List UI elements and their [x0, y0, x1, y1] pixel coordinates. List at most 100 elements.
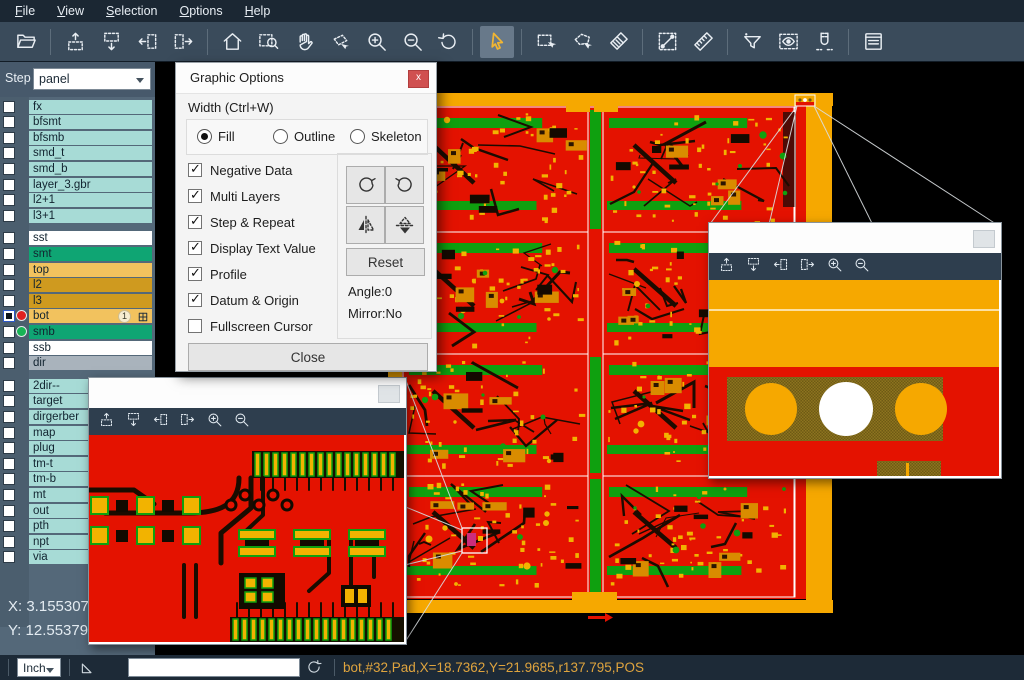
- checkbox-box[interactable]: [188, 267, 202, 281]
- close-button[interactable]: Close: [188, 343, 428, 371]
- layer-row[interactable]: bfsmb: [0, 131, 155, 145]
- magnifier-button-zoom-out[interactable]: [233, 411, 250, 433]
- step-dropdown[interactable]: panel: [33, 68, 151, 90]
- menu-file[interactable]: File: [4, 0, 46, 22]
- layer-row[interactable]: l3: [0, 294, 155, 308]
- menu-selection[interactable]: Selection: [95, 0, 168, 22]
- checkbox-multi-layers[interactable]: Multi Layers: [188, 183, 338, 209]
- window-button[interactable]: [973, 230, 995, 248]
- layer-visibility-checkbox[interactable]: [3, 295, 15, 307]
- command-input[interactable]: [128, 658, 300, 677]
- toolbar-button-home[interactable]: [215, 26, 249, 58]
- layer-row[interactable]: l2: [0, 278, 155, 292]
- toolbar-button-clean-brush[interactable]: [601, 26, 635, 58]
- layer-row[interactable]: sst: [0, 231, 155, 245]
- layer-row[interactable]: smt: [0, 247, 155, 261]
- toolbar-button-select-cursor[interactable]: [480, 26, 514, 58]
- radio-fill[interactable]: Fill: [197, 129, 235, 144]
- layer-row[interactable]: l2+1: [0, 193, 155, 207]
- layer-visibility-checkbox[interactable]: [3, 194, 15, 206]
- checkbox-display-text-value[interactable]: Display Text Value: [188, 235, 338, 261]
- toolbar-button-pan-left[interactable]: [130, 26, 164, 58]
- menu-options[interactable]: Options: [168, 0, 233, 22]
- layer-row[interactable]: smd_t: [0, 146, 155, 160]
- layer-visibility-checkbox[interactable]: [3, 411, 15, 423]
- layer-visibility-checkbox[interactable]: [3, 473, 15, 485]
- magnifier-titlebar[interactable]: [709, 223, 1001, 253]
- layer-visibility-checkbox[interactable]: [3, 163, 15, 175]
- layer-visibility-checkbox[interactable]: [3, 551, 15, 563]
- magnifier-button-pan-down[interactable]: [745, 256, 762, 278]
- magnifier-button-zoom-out[interactable]: [853, 256, 870, 278]
- layer-visibility-checkbox[interactable]: [3, 380, 15, 392]
- layer-visibility-checkbox[interactable]: [3, 442, 15, 454]
- refresh-icon[interactable]: [305, 658, 323, 680]
- magnifier-window-2[interactable]: [708, 222, 1002, 479]
- checkbox-fullscreen-cursor[interactable]: Fullscreen Cursor: [188, 313, 338, 339]
- rotate-cw-button[interactable]: [346, 166, 385, 204]
- rotate-ccw-button[interactable]: [385, 166, 424, 204]
- unit-dropdown[interactable]: Inch: [17, 658, 61, 677]
- magnifier-titlebar[interactable]: [89, 378, 406, 408]
- magnifier-button-pan-left[interactable]: [152, 411, 169, 433]
- magnifier-button-pan-left[interactable]: [772, 256, 789, 278]
- magnifier-button-pan-up[interactable]: [718, 256, 735, 278]
- layer-visibility-checkbox[interactable]: [3, 248, 15, 260]
- checkbox-box[interactable]: [188, 215, 202, 229]
- checkbox-box[interactable]: [188, 293, 202, 307]
- menu-help[interactable]: Help: [234, 0, 282, 22]
- layer-row[interactable]: dir: [0, 356, 155, 370]
- layer-visibility-checkbox[interactable]: [3, 326, 15, 338]
- checkbox-box[interactable]: [188, 163, 202, 177]
- radio-outline[interactable]: Outline: [273, 129, 335, 144]
- checkbox-box[interactable]: [188, 241, 202, 255]
- toolbar-button-zoom-previous[interactable]: [431, 26, 465, 58]
- window-button[interactable]: [378, 385, 400, 403]
- layer-visibility-checkbox[interactable]: [3, 179, 15, 191]
- toolbar-button-measure-line[interactable]: [650, 26, 684, 58]
- layer-visibility-checkbox[interactable]: [3, 210, 15, 222]
- layer-visibility-checkbox[interactable]: [3, 536, 15, 548]
- layer-row[interactable]: top: [0, 263, 155, 277]
- layer-row[interactable]: bot 1: [0, 309, 155, 323]
- layer-visibility-checkbox[interactable]: [3, 427, 15, 439]
- toolbar-button-poly-select[interactable]: [565, 26, 599, 58]
- layer-visibility-checkbox[interactable]: [3, 264, 15, 276]
- magnifier-button-pan-down[interactable]: [125, 411, 142, 433]
- checkbox-step-repeat[interactable]: Step & Repeat: [188, 209, 338, 235]
- magnifier-button-pan-right[interactable]: [799, 256, 816, 278]
- layer-visibility-checkbox[interactable]: [3, 505, 15, 517]
- layer-row[interactable]: l3+1: [0, 209, 155, 223]
- toolbar-button-open-folder[interactable]: [9, 26, 43, 58]
- layer-visibility-checkbox[interactable]: [3, 132, 15, 144]
- toolbar-button-ruler[interactable]: [686, 26, 720, 58]
- checkbox-box[interactable]: [188, 319, 202, 333]
- toolbar-button-zoom-in[interactable]: [359, 26, 393, 58]
- layer-visibility-checkbox[interactable]: [3, 147, 15, 159]
- toolbar-button-vertex-select[interactable]: [323, 26, 357, 58]
- toolbar-button-filter[interactable]: [735, 26, 769, 58]
- layer-visibility-checkbox[interactable]: [3, 520, 15, 532]
- dialog-titlebar[interactable]: Graphic Options x: [176, 63, 436, 94]
- layer-row[interactable]: smb: [0, 325, 155, 339]
- magnifier-button-pan-up[interactable]: [98, 411, 115, 433]
- layer-row[interactable]: layer_3.gbr: [0, 178, 155, 192]
- toolbar-button-pan-hand[interactable]: [287, 26, 321, 58]
- toolbar-button-zoom-area[interactable]: [251, 26, 285, 58]
- magnifier-button-pan-right[interactable]: [179, 411, 196, 433]
- layer-visibility-checkbox[interactable]: [3, 489, 15, 501]
- layer-visibility-checkbox[interactable]: [3, 232, 15, 244]
- corner-angle-icon[interactable]: [79, 658, 97, 680]
- magnifier-button-zoom-in[interactable]: [206, 411, 223, 433]
- toolbar-button-zoom-out[interactable]: [395, 26, 429, 58]
- layer-visibility-checkbox[interactable]: [3, 395, 15, 407]
- layer-row[interactable]: bfsmt: [0, 115, 155, 129]
- toolbar-button-pan-down[interactable]: [94, 26, 128, 58]
- close-icon[interactable]: x: [408, 70, 429, 88]
- checkbox-negative-data[interactable]: Negative Data: [188, 157, 338, 183]
- checkbox-profile[interactable]: Profile: [188, 261, 338, 287]
- layer-row[interactable]: ssb: [0, 341, 155, 355]
- step-repeat-grid-icon[interactable]: [137, 310, 149, 322]
- toolbar-button-pan-right[interactable]: [166, 26, 200, 58]
- toolbar-button-snap-magnet[interactable]: [807, 26, 841, 58]
